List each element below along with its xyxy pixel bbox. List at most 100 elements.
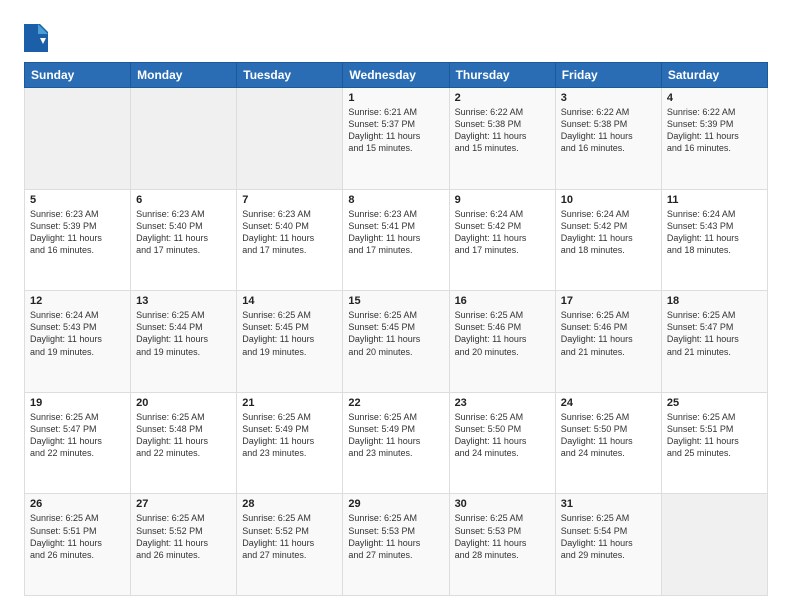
day-info: Sunrise: 6:22 AM Sunset: 5:38 PM Dayligh…: [561, 106, 656, 155]
calendar-cell: [25, 88, 131, 190]
day-info: Sunrise: 6:25 AM Sunset: 5:52 PM Dayligh…: [242, 512, 337, 561]
calendar-cell: 7 Sunrise: 6:23 AM Sunset: 5:40 PM Daylig…: [237, 189, 343, 291]
calendar-cell: 28 Sunrise: 6:25 AM Sunset: 5:52 PM Dayli…: [237, 494, 343, 596]
day-number: 1: [348, 92, 443, 104]
calendar-cell: 24 Sunrise: 6:25 AM Sunset: 5:50 PM Dayli…: [555, 392, 661, 494]
calendar-week-5: 26 Sunrise: 6:25 AM Sunset: 5:51 PM Dayli…: [25, 494, 768, 596]
day-info: Sunrise: 6:21 AM Sunset: 5:37 PM Dayligh…: [348, 106, 443, 155]
day-number: 25: [667, 397, 762, 409]
calendar-cell: 17 Sunrise: 6:25 AM Sunset: 5:46 PM Dayli…: [555, 291, 661, 393]
day-info: Sunrise: 6:23 AM Sunset: 5:39 PM Dayligh…: [30, 208, 125, 257]
day-info: Sunrise: 6:25 AM Sunset: 5:51 PM Dayligh…: [30, 512, 125, 561]
header: [24, 20, 768, 52]
calendar-week-4: 19Sunrise: 6:25 AM Sunset: 5:47 PM Dayli…: [25, 392, 768, 494]
day-number: 13: [136, 295, 231, 307]
calendar-week-1: 1 Sunrise: 6:21 AM Sunset: 5:37 PM Daylig…: [25, 88, 768, 190]
calendar-cell: 3 Sunrise: 6:22 AM Sunset: 5:38 PM Daylig…: [555, 88, 661, 190]
day-number: 16: [455, 295, 550, 307]
day-info: Sunrise: 6:24 AM Sunset: 5:42 PM Dayligh…: [455, 208, 550, 257]
day-info: Sunrise: 6:24 AM Sunset: 5:43 PM Dayligh…: [667, 208, 762, 257]
calendar-cell: 16 Sunrise: 6:25 AM Sunset: 5:46 PM Dayli…: [449, 291, 555, 393]
day-number: 15: [348, 295, 443, 307]
day-number: 24: [561, 397, 656, 409]
day-info: Sunrise: 6:25 AM Sunset: 5:50 PM Dayligh…: [455, 411, 550, 460]
day-info: Sunrise: 6:25 AM Sunset: 5:48 PM Dayligh…: [136, 411, 231, 460]
calendar-cell: 26 Sunrise: 6:25 AM Sunset: 5:51 PM Dayli…: [25, 494, 131, 596]
day-number: 4: [667, 92, 762, 104]
day-number: 28: [242, 498, 337, 510]
day-info: Sunrise: 6:23 AM Sunset: 5:40 PM Dayligh…: [136, 208, 231, 257]
day-info: Sunrise: 6:25 AM Sunset: 5:46 PM Dayligh…: [561, 309, 656, 358]
calendar-week-2: 5 Sunrise: 6:23 AM Sunset: 5:39 PM Daylig…: [25, 189, 768, 291]
calendar-cell: 10 Sunrise: 6:24 AM Sunset: 5:42 PM Dayli…: [555, 189, 661, 291]
day-number: 18: [667, 295, 762, 307]
day-number: 26: [30, 498, 125, 510]
calendar-cell: 13Sunrise: 6:25 AM Sunset: 5:44 PM Dayli…: [131, 291, 237, 393]
day-info: Sunrise: 6:25 AM Sunset: 5:50 PM Dayligh…: [561, 411, 656, 460]
day-number: 23: [455, 397, 550, 409]
day-number: 8: [348, 194, 443, 206]
day-info: Sunrise: 6:25 AM Sunset: 5:49 PM Dayligh…: [242, 411, 337, 460]
calendar-cell: 25 Sunrise: 6:25 AM Sunset: 5:51 PM Dayli…: [661, 392, 767, 494]
calendar-cell: 4 Sunrise: 6:22 AM Sunset: 5:39 PM Daylig…: [661, 88, 767, 190]
calendar-cell: 29Sunrise: 6:25 AM Sunset: 5:53 PM Dayli…: [343, 494, 449, 596]
calendar-cell: 15 Sunrise: 6:25 AM Sunset: 5:45 PM Dayli…: [343, 291, 449, 393]
day-info: Sunrise: 6:25 AM Sunset: 5:46 PM Dayligh…: [455, 309, 550, 358]
day-number: 14: [242, 295, 337, 307]
logo: [24, 24, 50, 52]
calendar-cell: 22Sunrise: 6:25 AM Sunset: 5:49 PM Dayli…: [343, 392, 449, 494]
day-number: 3: [561, 92, 656, 104]
day-header-tuesday: Tuesday: [237, 63, 343, 88]
day-info: Sunrise: 6:24 AM Sunset: 5:42 PM Dayligh…: [561, 208, 656, 257]
logo-icon: [24, 24, 48, 52]
day-info: Sunrise: 6:25 AM Sunset: 5:51 PM Dayligh…: [667, 411, 762, 460]
calendar-cell: 30 Sunrise: 6:25 AM Sunset: 5:53 PM Dayli…: [449, 494, 555, 596]
calendar-cell: [131, 88, 237, 190]
calendar-table: SundayMondayTuesdayWednesdayThursdayFrid…: [24, 62, 768, 596]
calendar-cell: 27 Sunrise: 6:25 AM Sunset: 5:52 PM Dayli…: [131, 494, 237, 596]
day-number: 6: [136, 194, 231, 206]
day-number: 30: [455, 498, 550, 510]
day-number: 7: [242, 194, 337, 206]
day-number: 22: [348, 397, 443, 409]
day-info: Sunrise: 6:25 AM Sunset: 5:45 PM Dayligh…: [242, 309, 337, 358]
page: SundayMondayTuesdayWednesdayThursdayFrid…: [0, 0, 792, 612]
day-info: Sunrise: 6:22 AM Sunset: 5:39 PM Dayligh…: [667, 106, 762, 155]
calendar-cell: 23 Sunrise: 6:25 AM Sunset: 5:50 PM Dayli…: [449, 392, 555, 494]
day-number: 20: [136, 397, 231, 409]
day-number: 9: [455, 194, 550, 206]
calendar-cell: 11 Sunrise: 6:24 AM Sunset: 5:43 PM Dayli…: [661, 189, 767, 291]
day-number: 5: [30, 194, 125, 206]
day-number: 19: [30, 397, 125, 409]
day-header-saturday: Saturday: [661, 63, 767, 88]
day-info: Sunrise: 6:25 AM Sunset: 5:52 PM Dayligh…: [136, 512, 231, 561]
day-info: Sunrise: 6:25 AM Sunset: 5:53 PM Dayligh…: [455, 512, 550, 561]
calendar-cell: 2 Sunrise: 6:22 AM Sunset: 5:38 PM Daylig…: [449, 88, 555, 190]
day-header-sunday: Sunday: [25, 63, 131, 88]
day-header-wednesday: Wednesday: [343, 63, 449, 88]
day-info: Sunrise: 6:23 AM Sunset: 5:40 PM Dayligh…: [242, 208, 337, 257]
day-number: 17: [561, 295, 656, 307]
calendar-cell: 14 Sunrise: 6:25 AM Sunset: 5:45 PM Dayli…: [237, 291, 343, 393]
calendar-cell: [661, 494, 767, 596]
calendar-week-3: 12 Sunrise: 6:24 AM Sunset: 5:43 PM Dayli…: [25, 291, 768, 393]
day-number: 2: [455, 92, 550, 104]
day-info: Sunrise: 6:22 AM Sunset: 5:38 PM Dayligh…: [455, 106, 550, 155]
calendar-header-row: SundayMondayTuesdayWednesdayThursdayFrid…: [25, 63, 768, 88]
day-info: Sunrise: 6:24 AM Sunset: 5:43 PM Dayligh…: [30, 309, 125, 358]
day-info: Sunrise: 6:25 AM Sunset: 5:53 PM Dayligh…: [348, 512, 443, 561]
calendar-cell: 1 Sunrise: 6:21 AM Sunset: 5:37 PM Daylig…: [343, 88, 449, 190]
day-number: 12: [30, 295, 125, 307]
day-info: Sunrise: 6:25 AM Sunset: 5:45 PM Dayligh…: [348, 309, 443, 358]
calendar-cell: 12 Sunrise: 6:24 AM Sunset: 5:43 PM Dayli…: [25, 291, 131, 393]
day-number: 10: [561, 194, 656, 206]
calendar-cell: 6 Sunrise: 6:23 AM Sunset: 5:40 PM Daylig…: [131, 189, 237, 291]
calendar-cell: 20 Sunrise: 6:25 AM Sunset: 5:48 PM Dayli…: [131, 392, 237, 494]
day-number: 11: [667, 194, 762, 206]
calendar-cell: [237, 88, 343, 190]
calendar-cell: 18Sunrise: 6:25 AM Sunset: 5:47 PM Dayli…: [661, 291, 767, 393]
calendar-cell: 19Sunrise: 6:25 AM Sunset: 5:47 PM Dayli…: [25, 392, 131, 494]
day-number: 27: [136, 498, 231, 510]
day-info: Sunrise: 6:25 AM Sunset: 5:54 PM Dayligh…: [561, 512, 656, 561]
calendar-cell: 5 Sunrise: 6:23 AM Sunset: 5:39 PM Daylig…: [25, 189, 131, 291]
